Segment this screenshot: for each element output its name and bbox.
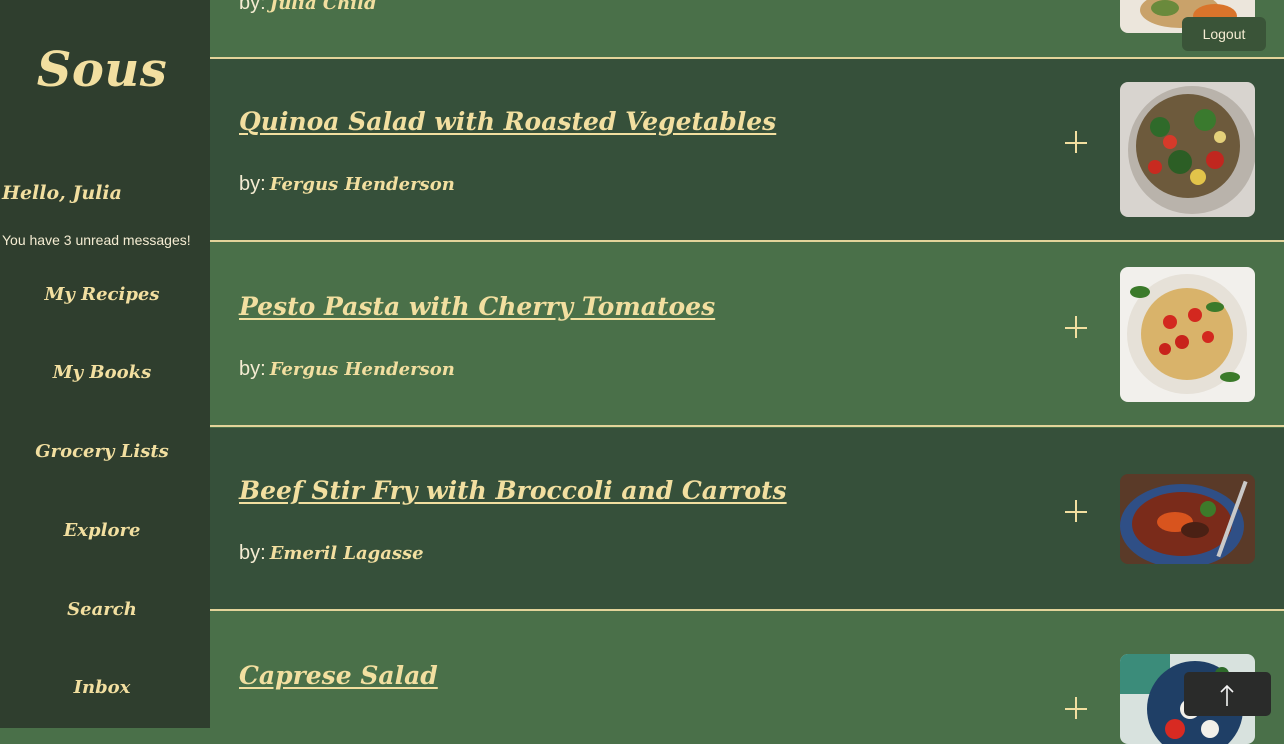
- add-recipe-plus-icon[interactable]: [1065, 697, 1089, 721]
- recipe-author[interactable]: Emeril Lagasse: [270, 543, 424, 564]
- food-photo-icon: [1120, 267, 1255, 402]
- unread-messages-notice[interactable]: You have 3 unread messages!: [2, 232, 191, 248]
- recipe-byline: by: Julia Child: [239, 0, 377, 15]
- recipe-thumbnail[interactable]: [1120, 267, 1255, 402]
- by-label: by:: [239, 173, 266, 195]
- logout-button[interactable]: Logout: [1182, 17, 1266, 51]
- recipe-author[interactable]: Julia Child: [270, 0, 377, 14]
- add-recipe-plus-icon[interactable]: [1065, 316, 1089, 340]
- recipe-byline: by: Emeril Lagasse: [239, 542, 424, 565]
- recipe-author[interactable]: Fergus Henderson: [270, 174, 455, 195]
- add-recipe-plus-icon[interactable]: [1065, 500, 1089, 524]
- arrow-up-icon: [1220, 684, 1234, 706]
- add-recipe-plus-icon[interactable]: [1065, 131, 1089, 155]
- recipe-thumbnail[interactable]: [1120, 474, 1255, 564]
- user-greeting: Hello, Julia: [2, 182, 122, 204]
- recipe-list: by: Julia Child Quinoa Salad with Roasted…: [210, 0, 1284, 744]
- recipe-row: by: Julia Child: [210, 0, 1284, 59]
- recipe-title[interactable]: Caprese Salad: [239, 661, 438, 690]
- by-label: by:: [239, 358, 266, 380]
- recipe-row: Beef Stir Fry with Broccoli and Carrots …: [210, 428, 1284, 611]
- nav-grocery-lists[interactable]: Grocery Lists: [0, 441, 204, 462]
- by-label: by:: [239, 0, 266, 14]
- recipe-thumbnail[interactable]: [1120, 82, 1255, 217]
- nav-search[interactable]: Search: [0, 599, 204, 620]
- recipe-byline: by: Fergus Henderson: [239, 358, 455, 381]
- recipe-row: Pesto Pasta with Cherry Tomatoes by: Ferg…: [210, 244, 1284, 427]
- scroll-to-top-button[interactable]: [1184, 672, 1271, 716]
- recipe-row: Quinoa Salad with Roasted Vegetables by:…: [210, 59, 1284, 242]
- nav-my-books[interactable]: My Books: [0, 362, 204, 383]
- app-logo[interactable]: Sous: [0, 42, 204, 98]
- recipe-title[interactable]: Quinoa Salad with Roasted Vegetables: [239, 107, 776, 136]
- by-label: by:: [239, 542, 266, 564]
- food-photo-icon: [1120, 82, 1255, 217]
- recipe-title[interactable]: Beef Stir Fry with Broccoli and Carrots: [239, 476, 787, 505]
- food-photo-icon: [1120, 474, 1255, 564]
- recipe-author[interactable]: Fergus Henderson: [270, 359, 455, 380]
- nav-inbox[interactable]: Inbox: [0, 677, 204, 698]
- nav-explore[interactable]: Explore: [0, 520, 204, 541]
- recipe-title[interactable]: Pesto Pasta with Cherry Tomatoes: [239, 292, 715, 321]
- sidebar: Sous Hello, Julia You have 3 unread mess…: [0, 0, 210, 728]
- nav-my-recipes[interactable]: My Recipes: [0, 284, 204, 305]
- recipe-row: Caprese Salad: [210, 613, 1284, 744]
- recipe-byline: by: Fergus Henderson: [239, 173, 455, 196]
